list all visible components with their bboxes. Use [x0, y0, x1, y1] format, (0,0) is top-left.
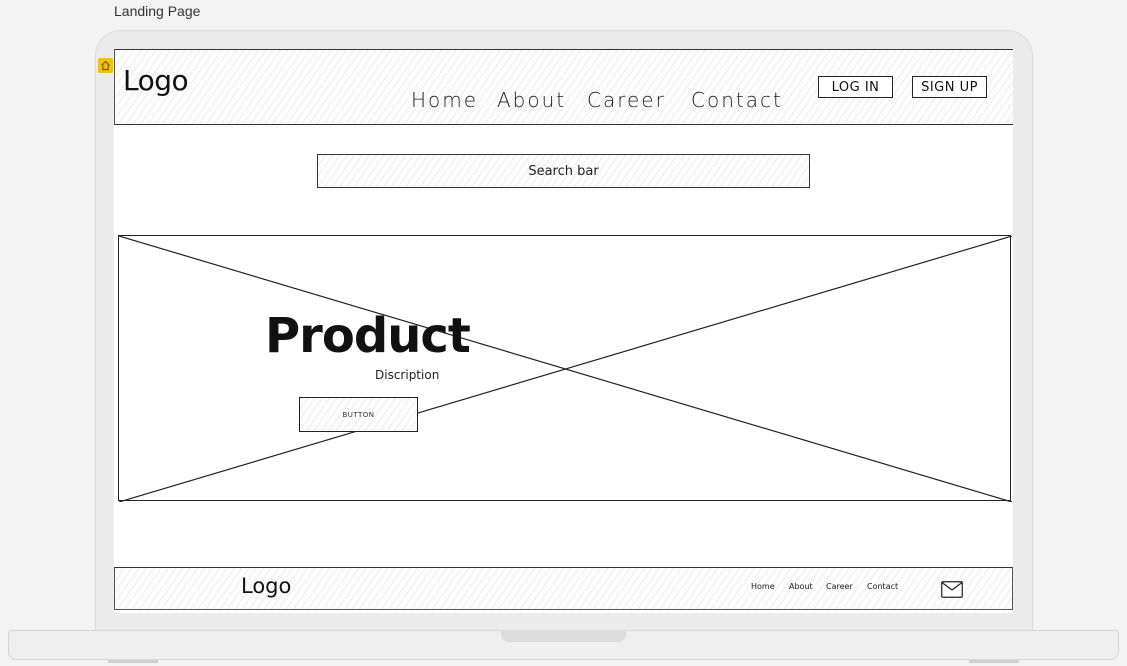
login-button[interactable]: LOG IN — [818, 76, 893, 98]
laptop-notch — [501, 630, 626, 642]
footer-nav-career[interactable]: Career — [826, 582, 853, 591]
signup-button[interactable]: SIGN UP — [912, 76, 987, 98]
laptop-foot-right — [969, 660, 1019, 663]
hero-button[interactable]: BUTTON — [299, 397, 418, 432]
footer-nav-home[interactable]: Home — [751, 582, 775, 591]
product-description: Discription — [375, 368, 440, 382]
search-input[interactable]: Search bar — [317, 154, 810, 188]
footer-nav-contact[interactable]: Contact — [867, 582, 898, 591]
screen: Logo Home About Career Contact LOG IN SI… — [114, 49, 1013, 613]
footer: Logo Home About Career Contact — [114, 567, 1013, 610]
mail-icon[interactable] — [941, 581, 963, 598]
hero-image-placeholder: Product Discription BUTTON — [118, 235, 1012, 502]
footer-logo[interactable]: Logo — [241, 574, 291, 598]
header-logo[interactable]: Logo — [123, 64, 189, 97]
placeholder-cross — [119, 236, 1012, 502]
laptop-foot-left — [108, 660, 158, 663]
footer-nav-about[interactable]: About — [789, 582, 813, 591]
frame-title: Landing Page — [114, 3, 201, 19]
nav-item-career[interactable]: Career — [587, 88, 666, 112]
home-icon[interactable] — [98, 58, 113, 73]
nav-item-home[interactable]: Home — [411, 88, 478, 112]
product-title: Product — [265, 308, 471, 364]
nav-item-about[interactable]: About — [497, 88, 566, 112]
nav-item-contact[interactable]: Contact — [691, 88, 783, 112]
header: Logo Home About Career Contact LOG IN SI… — [114, 49, 1013, 125]
